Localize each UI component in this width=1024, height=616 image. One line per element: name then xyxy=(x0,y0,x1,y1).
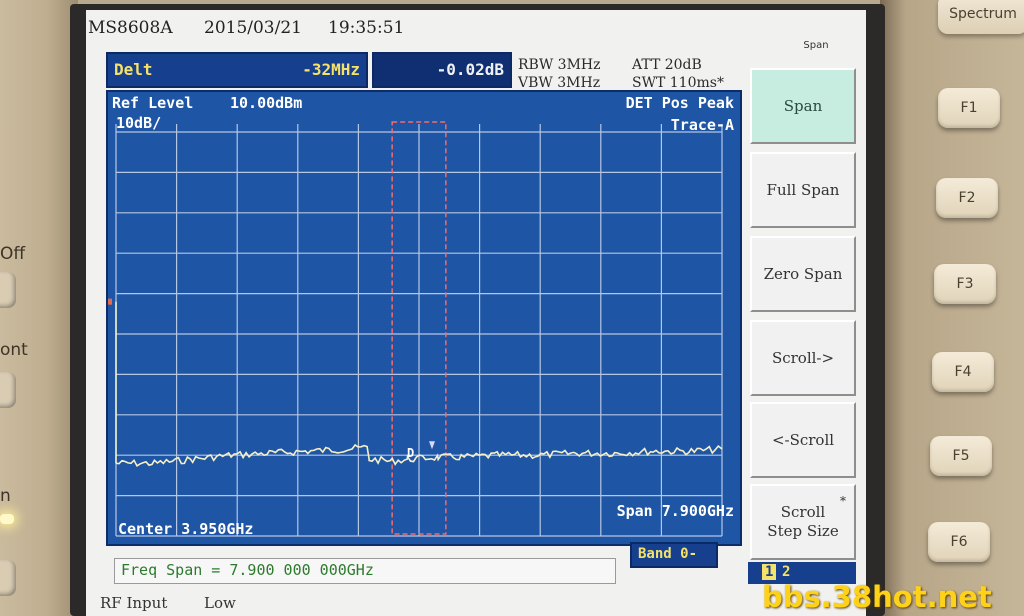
delta-level-box[interactable]: -0.02dB xyxy=(372,52,512,88)
band-indicator: Band 0- xyxy=(630,542,718,568)
softkey-zero-span[interactable]: Zero Span xyxy=(750,236,856,312)
softkey-full-span-label: Full Span xyxy=(766,180,840,199)
f4-key[interactable]: F4 xyxy=(932,352,994,392)
softkey-scroll-left[interactable]: <-Scroll xyxy=(750,402,856,478)
side-button-2[interactable] xyxy=(0,372,16,408)
delta-marker-label: Delt xyxy=(114,60,153,79)
status-line: MS8608A 2015/03/21 19:35:51 xyxy=(86,14,746,40)
freq-span-entry-text: Freq Span = 7.900 000 000GHz xyxy=(121,561,374,579)
f2-key[interactable]: F2 xyxy=(936,178,998,218)
f3-key[interactable]: F3 xyxy=(934,264,996,304)
star-icon: * xyxy=(840,494,846,508)
rf-input-label: RF Input xyxy=(100,594,168,612)
side-button-3[interactable] xyxy=(0,560,16,596)
ref-level-tick xyxy=(108,298,112,305)
spectrum-key-label: Spectrum xyxy=(949,6,1017,22)
f1-key[interactable]: F1 xyxy=(938,88,1000,128)
softkey-zero-span-label: Zero Span xyxy=(763,264,843,283)
spectrum-plot[interactable]: D Ref Level 10.00dBm 10dB/ DET Pos Peak … xyxy=(106,90,742,546)
menu-page-1[interactable]: 1 xyxy=(762,564,777,580)
power-led xyxy=(0,514,14,524)
f6-key-label: F6 xyxy=(950,534,968,550)
att-swt-params: ATT 20dB SWT 110ms* xyxy=(632,56,724,92)
f3-key-label: F3 xyxy=(956,276,974,292)
softkey-scroll-step-size[interactable]: * Scroll Step Size xyxy=(750,484,856,560)
f6-key[interactable]: F6 xyxy=(928,522,990,562)
f1-key-label: F1 xyxy=(960,100,978,116)
watermark-text: bbs.38hot.net xyxy=(762,580,992,614)
f2-key-label: F2 xyxy=(958,190,976,206)
band-value: Band 0- xyxy=(638,546,698,562)
delta-marker-tag: D xyxy=(407,446,414,460)
f5-key-label: F5 xyxy=(952,448,970,464)
side-label-on: n xyxy=(0,486,11,506)
rbw-value: RBW 3MHz xyxy=(518,57,601,73)
att-value: ATT 20dB xyxy=(632,57,702,73)
delta-marker-triangle xyxy=(429,441,435,450)
status-time: 19:35:51 xyxy=(328,18,405,38)
delta-marker-freq: -32MHz xyxy=(302,60,360,79)
softkey-span[interactable]: Span xyxy=(750,68,856,144)
status-date: 2015/03/21 xyxy=(204,18,302,38)
softkey-scroll-left-label: <-Scroll xyxy=(771,430,835,449)
delta-marker-box[interactable]: Delt -32MHz xyxy=(106,52,368,88)
spectrum-graticule: D xyxy=(108,121,723,537)
span-label: Span 7.900GHz xyxy=(616,502,734,520)
instrument-bezel-left: Off ont n xyxy=(0,0,78,616)
bandwidth-params: RBW 3MHz VBW 3MHz xyxy=(518,56,601,92)
softkey-full-span[interactable]: Full Span xyxy=(750,152,856,228)
freq-span-entry[interactable]: Freq Span = 7.900 000 000GHz xyxy=(114,558,616,584)
menu-page-2[interactable]: 2 xyxy=(782,564,790,580)
f4-key-label: F4 xyxy=(954,364,972,380)
softkey-scroll-step-size-label: Scroll Step Size xyxy=(767,503,839,540)
ref-level-label: Ref Level xyxy=(112,94,194,112)
softkey-span-label: Span xyxy=(783,96,823,115)
rf-input-value: Low xyxy=(204,594,236,612)
center-freq-label: Center 3.950GHz xyxy=(118,520,254,538)
model-name: MS8608A xyxy=(88,18,173,38)
f5-key[interactable]: F5 xyxy=(930,436,992,476)
ref-level-value: 10.00dBm xyxy=(230,94,303,112)
analyzer-screen: MS8608A 2015/03/21 19:35:51 Delt -32MHz … xyxy=(86,10,866,616)
side-label-font: ont xyxy=(0,340,28,360)
softkey-scroll-right[interactable]: Scroll-> xyxy=(750,320,856,396)
side-label-off: Off xyxy=(0,244,26,264)
softkey-scroll-right-label: Scroll-> xyxy=(771,348,835,367)
delta-marker-level: -0.02dB xyxy=(436,60,504,79)
detector-label: DET Pos Peak xyxy=(625,94,734,112)
spectrum-key[interactable]: Spectrum xyxy=(938,0,1024,34)
scale-label: 10dB/ xyxy=(116,114,162,132)
side-button-1[interactable] xyxy=(0,272,16,308)
menu-title: Span xyxy=(803,40,829,51)
trace-label: Trace-A xyxy=(670,116,734,134)
